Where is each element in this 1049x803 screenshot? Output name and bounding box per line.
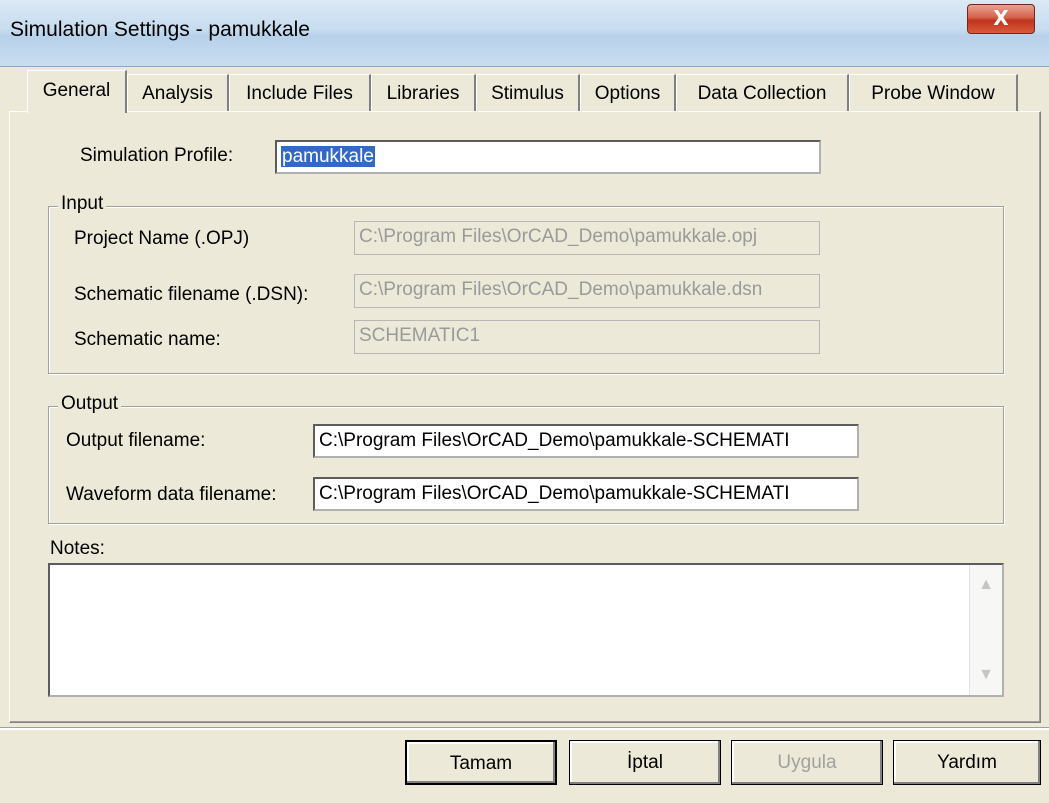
- separator: [0, 727, 1049, 730]
- notes-scrollbar[interactable]: ▲ ▼: [969, 565, 1002, 695]
- cancel-button[interactable]: İptal: [569, 740, 721, 785]
- tab-analysis[interactable]: Analysis: [127, 74, 229, 112]
- output-filename-label: Output filename:: [66, 430, 206, 451]
- tab-stimulus[interactable]: Stimulus: [476, 74, 580, 112]
- profile-label: Simulation Profile:: [80, 145, 234, 166]
- ok-button[interactable]: Tamam: [405, 740, 557, 785]
- close-button[interactable]: X: [967, 4, 1035, 34]
- profile-field[interactable]: pamukkale: [275, 140, 821, 174]
- notes-textarea[interactable]: ▲ ▼: [48, 563, 1004, 697]
- project-name-label: Project Name (.OPJ): [74, 228, 250, 249]
- schematic-filename-label: Schematic filename (.DSN):: [74, 284, 309, 305]
- schematic-name-label: Schematic name:: [74, 329, 221, 350]
- tab-probe-window[interactable]: Probe Window: [849, 74, 1018, 112]
- scroll-up-icon[interactable]: ▲: [970, 565, 1002, 605]
- waveform-filename-field[interactable]: C:\Program Files\OrCAD_Demo\pamukkale-SC…: [313, 477, 859, 511]
- close-icon: X: [993, 6, 1009, 30]
- help-button[interactable]: Yardım: [893, 740, 1041, 785]
- tab-libraries[interactable]: Libraries: [371, 74, 476, 112]
- notes-label: Notes:: [50, 538, 105, 559]
- project-name-field: C:\Program Files\OrCAD_Demo\pamukkale.op…: [354, 221, 820, 255]
- tab-general[interactable]: General: [27, 70, 127, 113]
- tab-include-files[interactable]: Include Files: [229, 74, 371, 112]
- tab-options[interactable]: Options: [580, 74, 676, 112]
- window-title: Simulation Settings - pamukkale: [10, 18, 310, 41]
- output-group-legend: Output: [58, 393, 122, 415]
- apply-button[interactable]: Uygula: [731, 740, 883, 785]
- waveform-filename-label: Waveform data filename:: [66, 484, 277, 505]
- output-filename-field[interactable]: C:\Program Files\OrCAD_Demo\pamukkale-SC…: [313, 424, 859, 458]
- schematic-name-field: SCHEMATIC1: [354, 320, 820, 354]
- schematic-filename-field: C:\Program Files\OrCAD_Demo\pamukkale.ds…: [354, 274, 820, 308]
- title-bar: Simulation Settings - pamukkale X: [0, 0, 1049, 67]
- scroll-down-icon[interactable]: ▼: [970, 655, 1002, 695]
- tab-data-collection[interactable]: Data Collection: [676, 74, 849, 112]
- input-group-legend: Input: [58, 193, 107, 215]
- profile-value: pamukkale: [281, 146, 375, 167]
